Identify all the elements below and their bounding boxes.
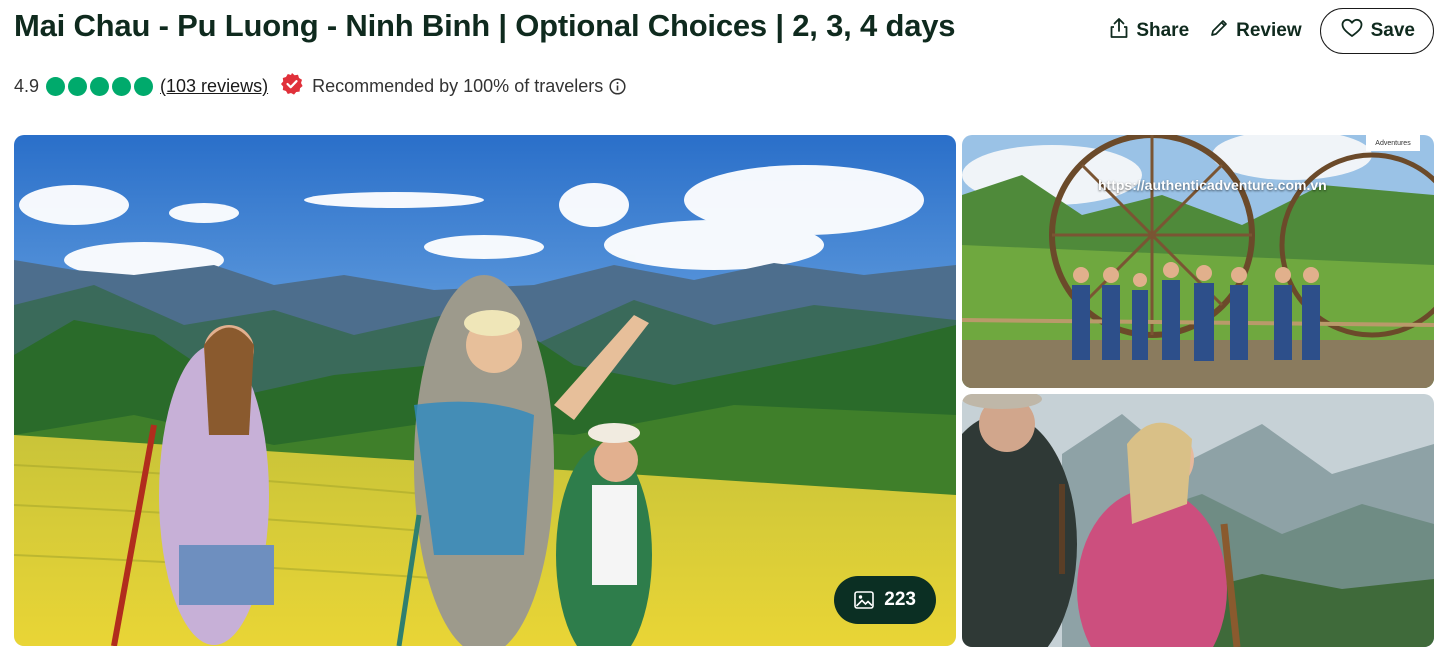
save-label: Save <box>1370 20 1415 41</box>
side-photo-bottom[interactable] <box>962 394 1434 647</box>
main-photo[interactable]: 223 <box>14 135 956 646</box>
rating-bubbles <box>46 77 154 96</box>
recommended-text: Recommended by 100% of travelers <box>312 76 604 96</box>
rating-summary: 4.9 (103 reviews) Recommended by 100% of… <box>14 72 626 101</box>
image-icon <box>854 591 875 609</box>
rating-bubble <box>134 77 154 96</box>
share-button[interactable]: Share <box>1109 17 1189 45</box>
rating-bubble <box>46 77 66 96</box>
header-actions: Share Review Save <box>1109 8 1434 54</box>
side-photo-top[interactable]: https://authenticadventure.com.vn Advent… <box>962 135 1434 388</box>
watermark-logo: Adventures <box>1366 135 1420 151</box>
share-icon <box>1109 17 1129 45</box>
rating-bubble <box>112 77 132 96</box>
photo-count-button[interactable]: 223 <box>834 576 936 624</box>
info-icon[interactable] <box>609 78 626 95</box>
reviews-link[interactable]: (103 reviews) <box>160 76 268 97</box>
watermark-text: https://authenticadventure.com.vn <box>1098 177 1327 193</box>
save-button[interactable]: Save <box>1319 8 1434 54</box>
rating-bubble <box>68 77 88 96</box>
rating-bubble <box>90 77 110 96</box>
page-title: Mai Chau - Pu Luong - Ninh Binh | Option… <box>14 8 956 43</box>
photo-gallery: 223 https://authenticadventure.com.vn Ad… <box>14 135 1434 647</box>
share-label: Share <box>1136 20 1190 41</box>
heart-icon <box>1341 18 1363 44</box>
review-button[interactable]: Review <box>1209 18 1302 44</box>
pencil-icon <box>1209 18 1229 44</box>
recommendation: Recommended by 100% of travelers <box>280 72 603 101</box>
photo-count: 223 <box>884 589 916 610</box>
verified-badge-icon <box>280 72 304 101</box>
rating-score: 4.9 <box>14 76 40 96</box>
review-label: Review <box>1236 20 1302 41</box>
